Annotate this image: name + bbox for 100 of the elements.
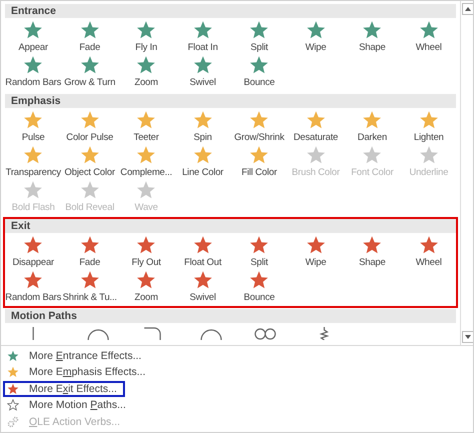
effect-option[interactable]: Pulse — [5, 110, 62, 145]
star-icon — [136, 55, 156, 75]
star-icon — [249, 270, 270, 290]
star-icon — [23, 110, 44, 130]
star-icon — [362, 145, 382, 165]
section-header: Motion Paths — [5, 309, 456, 323]
star-icon — [362, 20, 382, 40]
star-icon — [7, 366, 19, 378]
star-icon — [192, 55, 213, 75]
effect-option[interactable]: Fade — [62, 235, 118, 270]
star-icon — [80, 235, 100, 255]
star-icon — [7, 350, 19, 362]
star-icon — [136, 235, 156, 255]
star-icon — [80, 180, 100, 200]
effect-option[interactable]: Bounce — [231, 270, 288, 305]
effect-option[interactable]: Appear — [5, 20, 62, 55]
star-icon — [23, 55, 44, 75]
caret-up-icon — [465, 7, 471, 11]
effect-option[interactable]: Swivel — [174, 55, 231, 90]
scroll-up-button[interactable] — [462, 3, 473, 15]
effect-option[interactable]: Float In — [174, 20, 231, 55]
star-icon — [23, 145, 44, 165]
star-icon — [306, 20, 326, 40]
star-icon — [80, 110, 100, 130]
section-header: Entrance — [5, 4, 456, 18]
effect-option[interactable]: Lighten — [400, 110, 457, 145]
effect-option[interactable]: Fly In — [118, 20, 174, 55]
star-icon — [192, 145, 213, 165]
effect-option[interactable]: Zoom — [118, 270, 174, 305]
effect-option[interactable]: Wheel — [400, 235, 457, 270]
effect-option[interactable]: Swivel — [174, 270, 231, 305]
effect-option[interactable]: Bounce — [231, 55, 288, 90]
star-icon — [418, 145, 439, 165]
section-header: Exit — [5, 219, 456, 233]
effect-option[interactable]: Grow & Turn — [62, 55, 118, 90]
effect-option[interactable]: Grow/Shrink — [231, 110, 288, 145]
menu-item[interactable]: More Exit Effects... — [3, 380, 125, 397]
effect-option[interactable]: Fade — [62, 20, 118, 55]
effect-option[interactable]: Transparency — [5, 145, 62, 180]
menu-item[interactable]: More Entrance Effects... — [3, 348, 150, 364]
effect-option[interactable]: Spin — [174, 110, 231, 145]
star-icon — [80, 270, 100, 290]
effect-option[interactable]: Shape — [344, 20, 400, 55]
scroll-down-button[interactable] — [462, 330, 473, 342]
scrollbar[interactable] — [460, 1, 473, 344]
gear-icon — [7, 416, 19, 428]
effect-option[interactable]: Desaturate — [288, 110, 344, 145]
menu-label: OLE Action Verbs... — [29, 416, 120, 428]
star-icon — [306, 145, 326, 165]
star-icon — [80, 20, 100, 40]
effect-option[interactable]: Wipe — [288, 20, 344, 55]
effect-option[interactable]: Zoom — [118, 55, 174, 90]
effect-option[interactable]: Shrink & Tu... — [62, 270, 118, 305]
section-header: Emphasis — [5, 94, 456, 108]
star-icon — [192, 270, 213, 290]
effect-option[interactable]: Line Color — [174, 145, 231, 180]
star-icon — [23, 235, 44, 255]
star-icon — [23, 180, 44, 200]
star-icon — [249, 235, 270, 255]
star-icon — [80, 145, 100, 165]
star-icon — [136, 110, 156, 130]
effect-option[interactable]: Fly Out — [118, 235, 174, 270]
menu-item[interactable]: More Motion Paths... — [3, 397, 134, 414]
effect-option[interactable]: Wheel — [400, 20, 457, 55]
star-icon — [306, 110, 326, 130]
effect-option[interactable]: Disappear — [5, 235, 62, 270]
star-icon — [306, 235, 326, 255]
star-icon — [192, 110, 213, 130]
star-icon — [249, 110, 270, 130]
star-icon — [192, 20, 213, 40]
star-icon — [249, 20, 270, 40]
effect-option[interactable]: Split — [231, 20, 288, 55]
star-icon — [362, 110, 382, 130]
effect-option[interactable]: Wipe — [288, 235, 344, 270]
effect-option[interactable]: Object Color — [62, 145, 118, 180]
effect-option[interactable]: Darken — [344, 110, 400, 145]
menu-label: More Motion Paths... — [29, 399, 126, 412]
menu-label: More Emphasis Effects... — [29, 366, 146, 378]
effect-option[interactable]: Split — [231, 235, 288, 270]
menu-label: More Exit Effects... — [29, 382, 117, 395]
menu-item[interactable]: More Emphasis Effects... — [3, 364, 154, 380]
star-icon — [136, 145, 156, 165]
star-icon — [7, 382, 19, 395]
star-icon — [136, 270, 156, 290]
star-icon — [23, 270, 44, 290]
star-icon — [136, 180, 156, 200]
star-icon — [192, 235, 213, 255]
star-icon — [23, 20, 44, 40]
effect-option[interactable]: Fill Color — [231, 145, 288, 180]
effect-option[interactable]: Color Pulse — [62, 110, 118, 145]
effect-option[interactable]: Teeter — [118, 110, 174, 145]
effect-option[interactable]: Float Out — [174, 235, 231, 270]
menu-label: More Entrance Effects... — [29, 350, 142, 362]
effect-option[interactable]: Random Bars — [5, 55, 62, 90]
effect-option[interactable]: Shape — [344, 235, 400, 270]
effect-option[interactable]: Random Bars — [5, 270, 62, 305]
caret-down-icon — [465, 334, 471, 338]
star-icon — [418, 235, 439, 255]
star-icon — [418, 20, 439, 40]
effect-option[interactable]: Compleme... — [118, 145, 174, 180]
